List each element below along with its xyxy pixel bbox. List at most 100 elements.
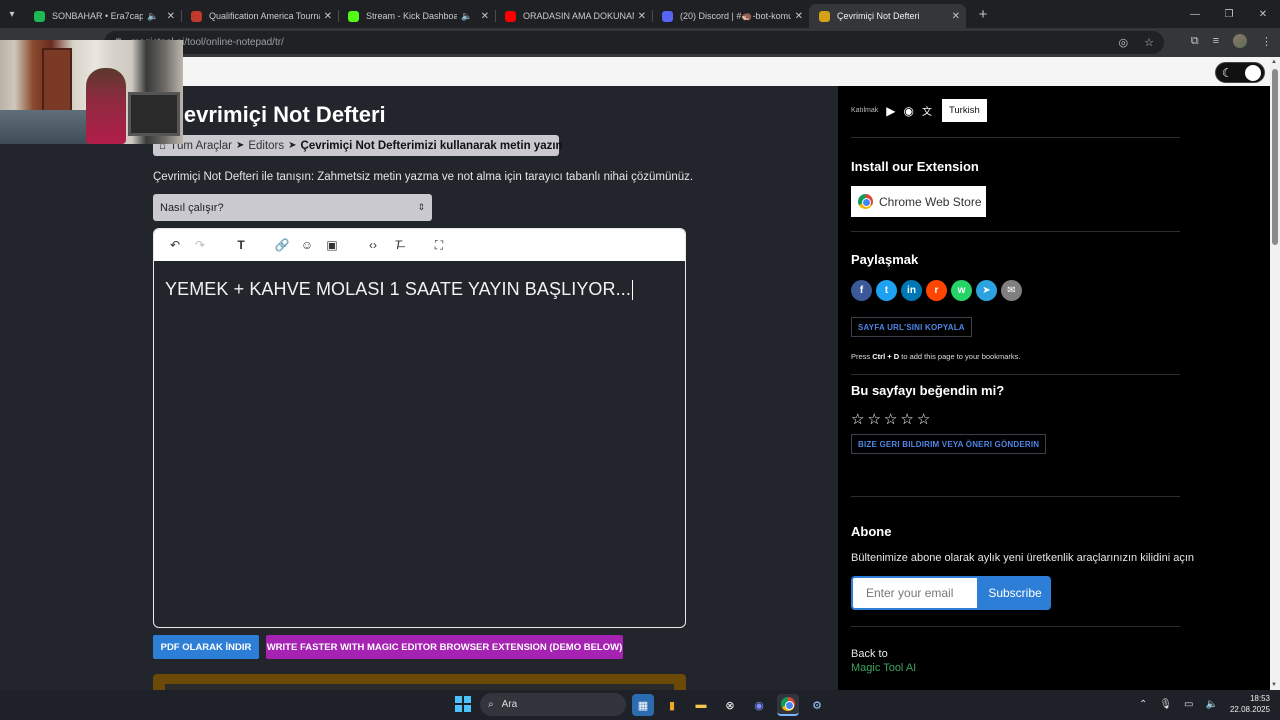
- rating-star-icon[interactable]: ☆: [900, 410, 913, 428]
- tab-close-icon[interactable]: ✕: [481, 11, 489, 22]
- share-twitter-icon[interactable]: t: [876, 280, 897, 301]
- image-icon[interactable]: ▣: [323, 236, 341, 254]
- restore-icon[interactable]: ❐: [1212, 9, 1246, 20]
- taskbar-apps: ▦ ▮ ▬ ⊗ ◉ ⚙: [632, 694, 828, 716]
- editor-content: YEMEK + KAHVE MOLASI 1 SAATE YAYIN BAŞLI…: [165, 279, 631, 299]
- divider: [851, 374, 1180, 375]
- clear-format-icon[interactable]: T̶: [389, 236, 407, 254]
- tab-close-icon[interactable]: ✕: [952, 11, 960, 22]
- share-reddit-icon[interactable]: r: [926, 280, 947, 301]
- scrollbar-thumb[interactable]: [1272, 69, 1278, 245]
- address-bar[interactable]: ⚙ magictool.ai/tool/online-notepad/tr/ ◎…: [104, 31, 1164, 54]
- subscribe-text: Bültenimize abone olarak aylık yeni üret…: [851, 552, 1195, 564]
- tab-audio-icon[interactable]: 🔈: [147, 11, 158, 22]
- dark-mode-toggle[interactable]: ☾: [1215, 62, 1265, 83]
- share-email-icon[interactable]: ✉: [1001, 280, 1022, 301]
- browser-tab[interactable]: Çevrimiçi Not Defteri ✕: [809, 4, 966, 28]
- network-icon[interactable]: ▭: [1184, 699, 1193, 710]
- microphone-icon[interactable]: 🎙: [1159, 699, 1172, 710]
- steam-icon[interactable]: ⚙: [806, 694, 828, 716]
- page-scrollbar[interactable]: ▲ ▼: [1270, 57, 1280, 690]
- scroll-up-icon[interactable]: ▲: [1271, 59, 1277, 65]
- text-format-icon[interactable]: T: [232, 236, 250, 254]
- tab-strip: ▾ SONBAHAR • Era7capone, Ba🔈✕Qualificati…: [0, 0, 1280, 28]
- bookmark-hint: Press Ctrl + D to add this page to your …: [851, 352, 1021, 361]
- youtube-icon[interactable]: ▶: [886, 104, 895, 118]
- minimize-icon[interactable]: —: [1178, 9, 1212, 20]
- search-icon: ⌕: [488, 699, 494, 710]
- translate-icon[interactable]: 文: [922, 103, 932, 118]
- browser-tab[interactable]: (20) Discord | #🦔-bot-komu ✕: [652, 4, 809, 28]
- subscribe-button[interactable]: Subscribe: [979, 576, 1051, 610]
- clock[interactable]: 18:53 22.08.2025: [1230, 693, 1270, 715]
- xbox-icon[interactable]: ⊗: [719, 694, 741, 716]
- browser-tab[interactable]: Qualification America Tournament ✕: [181, 4, 338, 28]
- profile-avatar[interactable]: [1233, 34, 1247, 48]
- how-it-works-select[interactable]: Nasıl çalışır? ⇕: [153, 194, 432, 221]
- share-whatsapp-icon[interactable]: w: [951, 280, 972, 301]
- share-telegram-icon[interactable]: ➤: [976, 280, 997, 301]
- browser-tab[interactable]: Stream - Kick Dashboard 🔈 ✕: [338, 4, 495, 28]
- magic-editor-extension-button[interactable]: WRITE FASTER WITH MAGIC EDITOR BROWSER E…: [266, 635, 623, 659]
- tab-audio-icon[interactable]: 🔈: [461, 11, 472, 22]
- tab-close-icon[interactable]: ✕: [638, 11, 646, 22]
- rating-star-icon[interactable]: ☆: [884, 410, 897, 428]
- media-icon[interactable]: ≡: [1213, 35, 1219, 47]
- tab-title: Qualification America Tournament: [209, 11, 320, 21]
- close-window-icon[interactable]: ✕: [1246, 9, 1280, 20]
- rating-star-icon[interactable]: ☆: [917, 410, 930, 428]
- email-field[interactable]: Enter your email: [851, 576, 979, 610]
- bookmark-star-icon[interactable]: ☆: [1144, 36, 1154, 49]
- share-buttons: f t in r w ➤ ✉: [851, 280, 1022, 301]
- share-linkedin-icon[interactable]: in: [901, 280, 922, 301]
- widgets-icon[interactable]: ▦: [632, 694, 654, 716]
- breadcrumb-editors[interactable]: Editors: [248, 140, 284, 152]
- rating-star-icon[interactable]: ☆: [851, 410, 864, 428]
- emoji-icon[interactable]: ☺: [298, 236, 316, 254]
- windows-start-icon[interactable]: [455, 696, 471, 712]
- more-menu-icon[interactable]: ⋮: [1261, 35, 1272, 48]
- editor-textarea[interactable]: YEMEK + KAHVE MOLASI 1 SAATE YAYIN BAŞLI…: [154, 261, 685, 318]
- scroll-down-icon[interactable]: ▼: [1271, 682, 1277, 688]
- discord-icon[interactable]: ◉: [903, 104, 913, 118]
- browser-tab[interactable]: SONBAHAR • Era7capone, Ba🔈 ✕: [24, 4, 181, 28]
- chrome-app-icon[interactable]: [777, 694, 799, 716]
- notes-app-icon[interactable]: ▮: [661, 694, 683, 716]
- tab-close-icon[interactable]: ✕: [324, 11, 332, 22]
- tab-close-icon[interactable]: ✕: [167, 11, 175, 22]
- browser-tab[interactable]: ORADASIN AMA DOKUNAMIYORUM ✕: [495, 4, 652, 28]
- file-explorer-icon[interactable]: ▬: [690, 694, 712, 716]
- language-selector[interactable]: Turkish: [941, 99, 987, 122]
- code-icon[interactable]: ‹›: [364, 236, 382, 254]
- magic-tool-link[interactable]: Magic Tool AI: [851, 662, 916, 674]
- divider: [851, 496, 1180, 497]
- eye-off-icon[interactable]: ◎: [1119, 36, 1129, 49]
- link-icon[interactable]: 🔗: [273, 236, 291, 254]
- how-it-works-label: Nasıl çalışır?: [160, 201, 224, 214]
- text-cursor: [631, 280, 633, 301]
- rating-star-icon[interactable]: ☆: [867, 410, 880, 428]
- tab-close-icon[interactable]: ✕: [795, 11, 803, 22]
- redo-icon[interactable]: ↷: [191, 236, 209, 254]
- system-tray: ⌃ 🎙 ▭ 🔈 18:53 22.08.2025: [1139, 693, 1270, 715]
- undo-icon[interactable]: ↶: [166, 236, 184, 254]
- tray-chevron-icon[interactable]: ⌃: [1139, 699, 1147, 710]
- new-tab-button[interactable]: +: [972, 3, 994, 25]
- taskbar-search[interactable]: ⌕ Ara: [480, 693, 626, 716]
- clock-time: 18:53: [1249, 694, 1270, 703]
- chrome-web-store-button[interactable]: Chrome Web Store: [851, 186, 986, 217]
- download-pdf-button[interactable]: PDF OLARAK İNDIR: [153, 635, 259, 659]
- page-title: Çevrimiçi Not Defteri: [168, 102, 386, 127]
- select-caret-icon: ⇕: [417, 202, 425, 212]
- copy-url-button[interactable]: SAYFA URL'SINI KOPYALA: [851, 317, 972, 337]
- tab-search-icon[interactable]: ▾: [0, 0, 24, 28]
- volume-icon[interactable]: 🔈: [1206, 699, 1218, 710]
- share-facebook-icon[interactable]: f: [851, 280, 872, 301]
- extensions-icon[interactable]: ⧉: [1191, 35, 1199, 48]
- tab-favicon-icon: [348, 10, 359, 22]
- demo-preview: [153, 674, 686, 690]
- discord-app-icon[interactable]: ◉: [748, 694, 770, 716]
- tab-title: (20) Discord | #🦔-bot-komu: [680, 10, 791, 21]
- fullscreen-icon[interactable]: ⛶: [430, 236, 448, 254]
- feedback-button[interactable]: BIZE GERI BILDIRIM VEYA ÖNERI GÖNDERIN: [851, 434, 1047, 454]
